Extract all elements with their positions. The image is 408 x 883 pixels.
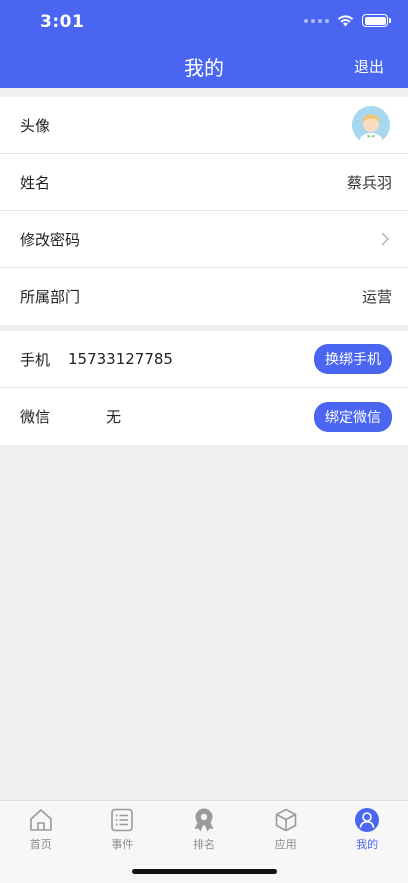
cube-icon: [275, 808, 296, 832]
avatar-label: 头像: [20, 116, 51, 135]
wechat-row: 微信 无 绑定微信: [0, 388, 408, 445]
change-password-label: 修改密码: [20, 230, 81, 249]
name-value: 蔡兵羽: [346, 173, 392, 192]
status-time: 3:01: [40, 12, 85, 32]
user-icon: [355, 808, 380, 832]
ranking-icon: [194, 808, 214, 832]
change-phone-button[interactable]: 换绑手机: [314, 344, 392, 374]
department-label: 所属部门: [20, 288, 81, 306]
avatar[interactable]: [352, 106, 390, 144]
tab-home-label: 首页: [29, 838, 52, 851]
tab-home[interactable]: 首页: [0, 801, 82, 883]
department-row: 所属部门 运营: [0, 268, 408, 325]
name-row: 姓名 蔡兵羽: [0, 154, 408, 211]
tab-events-label: 事件: [111, 838, 134, 851]
bindings-group: 手机 15733127785 换绑手机 微信 无 绑定微信: [0, 331, 408, 445]
signal-icon: [304, 18, 329, 23]
tab-mine-label: 我的: [356, 838, 379, 851]
wechat-value: 无: [106, 408, 122, 426]
list-icon: [111, 808, 134, 832]
page-title: 我的: [184, 56, 224, 80]
name-label: 姓名: [20, 173, 51, 192]
avatar-row[interactable]: 头像: [0, 97, 408, 154]
tab-ranking-label: 排名: [192, 838, 215, 851]
tab-apps-label: 应用: [274, 838, 297, 851]
department-value: 运营: [361, 288, 392, 306]
change-password-row[interactable]: 修改密码: [0, 211, 408, 268]
profile-group: 头像 姓名 蔡兵羽 修改密码 所属部门 运营: [0, 97, 408, 325]
home-indicator: [132, 869, 277, 874]
bind-wechat-button[interactable]: 绑定微信: [314, 401, 392, 432]
phone-label: 手机: [20, 350, 51, 369]
chevron-right-icon: [381, 232, 390, 246]
battery-icon: [362, 14, 391, 27]
home-icon: [29, 809, 52, 831]
phone-row: 手机 15733127785 换绑手机: [0, 331, 408, 388]
wechat-label: 微信: [20, 408, 51, 426]
avatar-image: [352, 106, 390, 144]
tab-mine[interactable]: 我的: [326, 801, 408, 883]
wifi-icon: [337, 15, 354, 27]
phone-value: 15733127785: [68, 350, 173, 368]
header: 3:01 我的 退出: [0, 0, 408, 88]
logout-button[interactable]: 退出: [354, 56, 384, 77]
status-icons: [304, 14, 391, 27]
